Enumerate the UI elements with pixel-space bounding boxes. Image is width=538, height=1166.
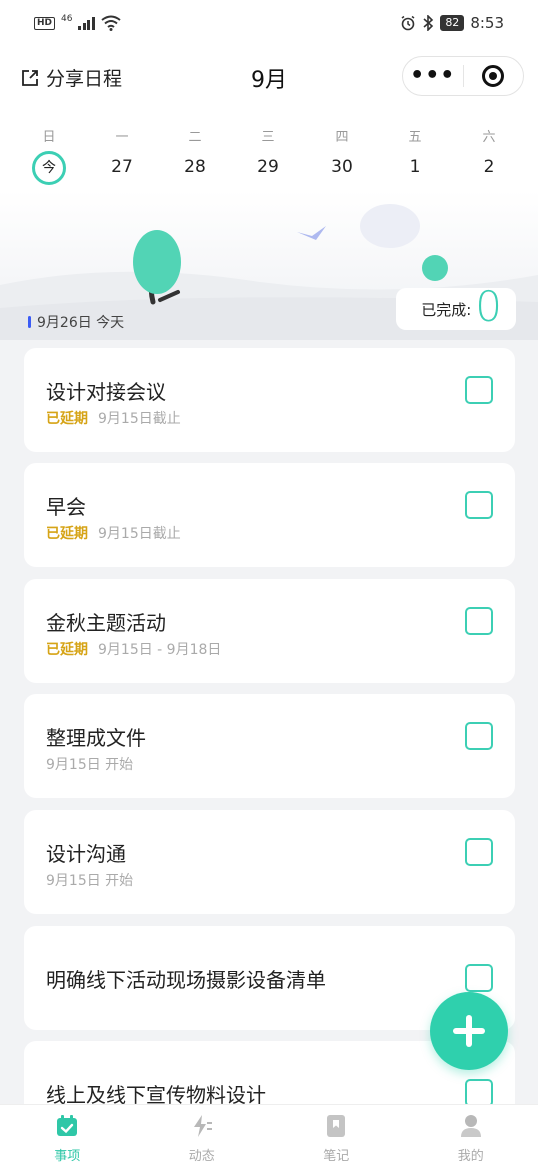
nav-item-activity[interactable]: 动态 xyxy=(135,1105,270,1166)
task-start-date: 9月15日 开始 xyxy=(46,873,134,889)
task-title: 金秋主题活动 xyxy=(46,611,166,635)
week-day-tue[interactable]: 二 28 xyxy=(170,126,220,182)
task-checkbox[interactable] xyxy=(465,491,493,519)
close-mini-program-button[interactable] xyxy=(464,65,524,87)
weekday-label: 一 xyxy=(115,130,129,145)
date-number: 1 xyxy=(409,157,421,177)
date-number: 28 xyxy=(184,157,206,177)
task-title: 早会 xyxy=(46,495,86,519)
task-meta: 9月15日 开始 xyxy=(46,870,133,890)
weekday-label: 六 xyxy=(482,130,496,145)
wifi-icon xyxy=(101,15,121,31)
bottom-nav: 事项 动态 笔记 我的 xyxy=(0,1104,538,1166)
user-icon xyxy=(457,1113,485,1139)
date-number: 27 xyxy=(111,157,133,177)
task-meta: 已延期 9月15日截止 xyxy=(46,408,181,428)
task-meta: 已延期 9月15日 - 9月18日 xyxy=(46,639,221,659)
task-date-range: 9月15日 - 9月18日 xyxy=(98,642,222,658)
completed-count: 0 xyxy=(475,282,502,331)
task-title: 设计对接会议 xyxy=(46,380,166,404)
week-day-sun[interactable]: 日 今 xyxy=(24,126,74,185)
task-checkbox[interactable] xyxy=(465,376,493,404)
share-icon xyxy=(22,69,38,86)
nav-label: 我的 xyxy=(457,1149,484,1164)
nav-item-tasks[interactable]: 事项 xyxy=(0,1105,135,1166)
date-accent-bar xyxy=(28,316,31,328)
nav-item-profile[interactable]: 我的 xyxy=(404,1105,538,1166)
week-day-mon[interactable]: 一 27 xyxy=(97,126,147,182)
calendar-check-icon xyxy=(53,1113,81,1139)
task-checkbox[interactable] xyxy=(465,1079,493,1107)
task-meta: 9月15日 开始 xyxy=(46,754,133,774)
status-left: HD 46 xyxy=(34,13,121,31)
week-day-wed[interactable]: 三 29 xyxy=(243,126,293,182)
share-schedule-button[interactable]: 分享日程 xyxy=(20,64,122,91)
date-number: 29 xyxy=(257,157,279,177)
today-marker: 今 xyxy=(32,151,66,185)
week-day-fri[interactable]: 五 1 xyxy=(390,126,440,182)
task-card[interactable]: 早会 已延期 9月15日截止 xyxy=(24,463,515,567)
task-card[interactable]: 设计沟通 9月15日 开始 xyxy=(24,810,515,914)
week-day-thu[interactable]: 四 30 xyxy=(317,126,367,182)
weekday-label: 四 xyxy=(335,130,349,145)
network-type: 46 xyxy=(61,13,73,24)
task-checkbox[interactable] xyxy=(465,964,493,992)
weekday-label: 二 xyxy=(188,130,202,145)
status-bar: HD 46 82 8:53 xyxy=(0,0,538,46)
signal-icon xyxy=(78,16,95,30)
clock: 8:53 xyxy=(470,14,504,32)
battery-indicator: 82 xyxy=(440,15,465,31)
top-header: 分享日程 9月 ••• xyxy=(0,46,538,110)
task-title: 明确线下活动现场摄影设备清单 xyxy=(46,968,326,992)
share-label: 分享日程 xyxy=(46,68,123,90)
task-title: 设计沟通 xyxy=(46,842,126,866)
lightning-icon xyxy=(188,1113,216,1139)
completed-counter: 已完成: 0 xyxy=(396,282,516,331)
add-task-button[interactable] xyxy=(430,992,508,1070)
nav-label: 笔记 xyxy=(323,1149,350,1164)
status-right: 82 8:53 xyxy=(400,14,504,32)
date-number: 30 xyxy=(331,157,353,177)
more-dots-icon[interactable]: ••• xyxy=(403,65,463,87)
task-checkbox[interactable] xyxy=(465,722,493,750)
weekday-label: 三 xyxy=(261,130,275,145)
mini-program-capsule: ••• xyxy=(402,56,524,96)
overdue-tag: 已延期 xyxy=(46,526,88,542)
date-text: 9月26日 今天 xyxy=(37,315,125,331)
task-card[interactable]: 整理成文件 9月15日 开始 xyxy=(24,694,515,798)
hd-badge: HD xyxy=(34,16,56,30)
current-date-label: 9月26日 今天 xyxy=(28,312,124,332)
task-card[interactable]: 设计对接会议 已延期 9月15日截止 xyxy=(24,348,515,452)
weekday-label: 日 xyxy=(42,130,56,145)
task-title: 整理成文件 xyxy=(46,726,146,750)
task-start-date: 9月15日 开始 xyxy=(46,757,134,773)
target-icon xyxy=(482,65,505,87)
task-deadline: 9月15日截止 xyxy=(98,526,181,542)
task-meta: 已延期 9月15日截止 xyxy=(46,523,181,543)
task-card[interactable]: 金秋主题活动 已延期 9月15日 - 9月18日 xyxy=(24,579,515,683)
bookmark-icon xyxy=(322,1113,350,1139)
week-day-sat[interactable]: 六 2 xyxy=(464,126,514,182)
week-strip: 日 今 一 27 二 28 三 29 四 30 五 1 六 2 xyxy=(0,110,538,190)
bluetooth-icon xyxy=(423,15,434,31)
task-deadline: 9月15日截止 xyxy=(98,411,181,427)
overdue-tag: 已延期 xyxy=(46,411,88,427)
weekday-label: 五 xyxy=(408,130,422,145)
nav-label: 事项 xyxy=(54,1149,81,1164)
date-number: 2 xyxy=(483,157,495,177)
nav-item-notes[interactable]: 笔记 xyxy=(269,1105,404,1166)
nav-label: 动态 xyxy=(188,1149,215,1164)
overdue-tag: 已延期 xyxy=(46,642,88,658)
task-checkbox[interactable] xyxy=(465,607,493,635)
plus-icon xyxy=(453,1015,485,1047)
completed-label: 已完成: xyxy=(421,300,472,319)
task-checkbox[interactable] xyxy=(465,838,493,866)
alarm-icon xyxy=(401,15,415,31)
